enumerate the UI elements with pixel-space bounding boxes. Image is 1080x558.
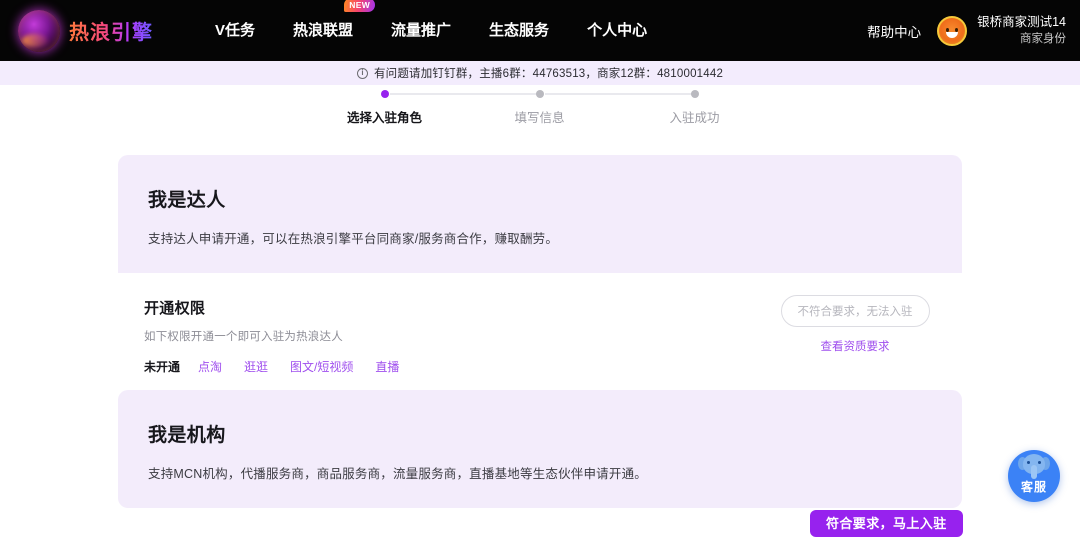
info-icon: i [356, 67, 368, 79]
step-dot-icon [380, 90, 389, 98]
permission-tag-guangguang[interactable]: 逛逛 [244, 358, 268, 375]
page-root: 热浪引擎 V任务 热浪联盟 NEW 流量推广 生态服务 个人中心 帮助中心 银桥… [0, 0, 1080, 558]
new-badge: NEW [344, 0, 376, 12]
avatar-eye-left-icon [946, 27, 950, 32]
nav-item-v-tasks[interactable]: V任务 [215, 0, 255, 61]
brand-logo[interactable]: 热浪引擎 [18, 9, 153, 52]
talent-card-body: 开通权限 如下权限开通一个即可入驻为热浪达人 未开通 点淘 逛逛 图文/短视频 … [118, 273, 962, 399]
elephant-eye-right-icon [1038, 461, 1041, 464]
step-label: 入驻成功 [669, 111, 720, 125]
nav-label: 个人中心 [587, 22, 648, 39]
permission-tag-livestream[interactable]: 直播 [375, 358, 399, 375]
step-label: 选择入驻角色 [346, 111, 422, 125]
user-info[interactable]: 银桥商家测试14 商家身份 [977, 14, 1066, 47]
notice-text: 有问题请加钉钉群，主播6群：44763513，商家12群：4810001442 [373, 68, 724, 80]
user-role: 商家身份 [1020, 33, 1066, 45]
elephant-mascot-icon [1018, 454, 1050, 480]
nav-item-personal-center[interactable]: 个人中心 [587, 0, 647, 61]
agency-card-header: 我是机构 支持MCN机构，代播服务商，商品服务商，流量服务商，直播基地等生态伙伴… [118, 390, 962, 508]
submit-enroll-button[interactable]: 符合要求，马上入驻 [810, 510, 963, 537]
step-success[interactable]: 入驻成功 [617, 85, 772, 126]
talent-card-actions: 不符合要求，无法入驻 查看资质要求 [770, 295, 940, 354]
customer-service-label: 客服 [1020, 480, 1047, 494]
permission-tag-row: 未开通 点淘 逛逛 图文/短视频 直播 [144, 358, 932, 375]
talent-card-subtitle: 支持达人申请开通，可以在热浪引擎平台同商家/服务商合作，赚取酬劳。 [148, 232, 559, 246]
nav-label: V任务 [215, 22, 256, 39]
nav-label: 热浪联盟 [293, 22, 354, 39]
not-eligible-button: 不符合要求，无法入驻 [780, 295, 930, 327]
top-right-area: 帮助中心 银桥商家测试14 商家身份 [867, 0, 1066, 61]
onboarding-stepper: 选择入驻角色 填写信息 入驻成功 [0, 85, 1080, 127]
notice-bar: i 有问题请加钉钉群，主播6群：44763513，商家12群：481000144… [0, 61, 1080, 85]
main-nav: V任务 热浪联盟 NEW 流量推广 生态服务 个人中心 [215, 0, 685, 61]
stepper-connector-1 [390, 93, 537, 95]
step-dot-icon [535, 90, 544, 98]
talent-card: 我是达人 支持达人申请开通，可以在热浪引擎平台同商家/服务商合作，赚取酬劳。 开… [118, 155, 962, 399]
elephant-eye-left-icon [1027, 461, 1030, 464]
nav-item-ecosystem-service[interactable]: 生态服务 [489, 0, 549, 61]
stepper-connector-2 [545, 93, 692, 95]
agency-card: 我是机构 支持MCN机构，代播服务商，商品服务商，流量服务商，直播基地等生态伙伴… [118, 390, 962, 508]
talent-card-header: 我是达人 支持达人申请开通，可以在热浪引擎平台同商家/服务商合作，赚取酬劳。 [118, 155, 962, 273]
nav-label: 生态服务 [489, 22, 550, 39]
avatar-mouth-icon [946, 31, 959, 38]
permission-tag-diantao[interactable]: 点淘 [198, 358, 222, 375]
step-label: 填写信息 [514, 111, 565, 125]
customer-service-widget[interactable]: 客服 [1008, 450, 1060, 502]
view-qualification-link[interactable]: 查看资质要求 [770, 338, 940, 354]
nav-item-traffic-promotion[interactable]: 流量推广 [391, 0, 451, 61]
talent-card-title: 我是达人 [148, 190, 226, 211]
elephant-trunk-icon [1031, 465, 1037, 479]
logo-orb-icon [18, 9, 60, 52]
step-select-role[interactable]: 选择入驻角色 [307, 85, 462, 126]
logo-text: 热浪引擎 [69, 16, 153, 45]
agency-card-title: 我是机构 [148, 425, 226, 446]
step-fill-info[interactable]: 填写信息 [462, 85, 617, 126]
avatar[interactable] [937, 15, 968, 46]
agency-card-subtitle: 支持MCN机构，代播服务商，商品服务商，流量服务商，直播基地等生态伙伴申请开通。 [148, 467, 647, 481]
top-navigation-bar: 热浪引擎 V任务 热浪联盟 NEW 流量推广 生态服务 个人中心 帮助中心 银桥… [0, 0, 1080, 61]
nav-item-relang-alliance[interactable]: 热浪联盟 NEW [293, 0, 376, 61]
permission-state-label: 未开通 [144, 360, 181, 374]
avatar-eye-right-icon [955, 27, 959, 32]
permission-tag-image-shortvideo[interactable]: 图文/短视频 [290, 358, 353, 375]
nav-label: 流量推广 [391, 22, 452, 39]
user-name: 银桥商家测试14 [977, 15, 1066, 29]
help-center-link[interactable]: 帮助中心 [867, 21, 921, 41]
step-dot-icon [690, 90, 699, 98]
